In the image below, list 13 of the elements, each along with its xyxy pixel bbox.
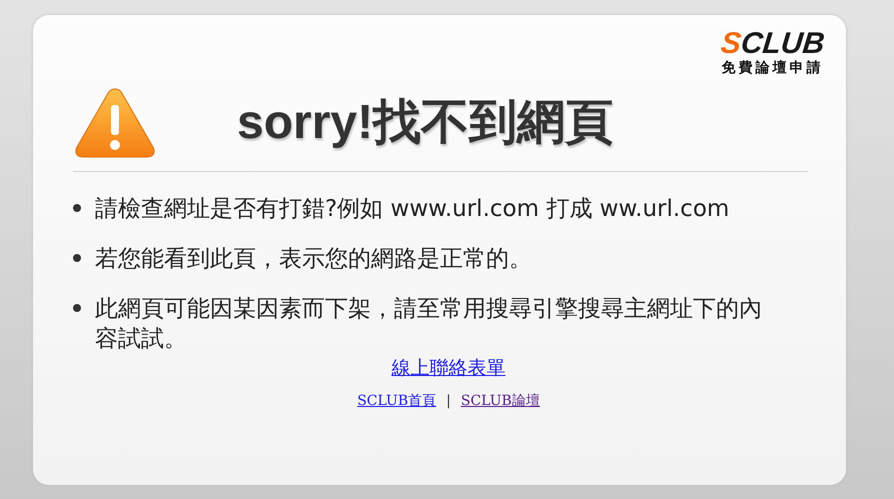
bullet-icon — [73, 254, 81, 262]
tip-text: 請檢查網址是否有打錯?例如 www.url.com 打成 ww.url.com — [95, 195, 730, 224]
link-separator: | — [446, 392, 451, 410]
tip-text: 此網頁可能因某因素而下架，請至常用搜尋引擎搜尋主網址下的內容試試。 — [95, 295, 763, 354]
contact-form-link[interactable]: 線上聯絡表單 — [392, 356, 506, 380]
page-heading: sorry!找不到網頁 — [237, 95, 614, 151]
footer-link[interactable]: SCLUB論壇 — [460, 392, 540, 410]
tip-text: 若您能看到此頁，表示您的網路是正常的。 — [95, 245, 533, 274]
bullet-icon — [73, 204, 81, 212]
bullet-icon — [73, 304, 81, 312]
footer-link[interactable]: SCLUB首頁 — [357, 392, 436, 410]
logo-tagline: 免費論壇申請 — [721, 59, 824, 77]
logo-text: SCLUB — [719, 29, 826, 59]
